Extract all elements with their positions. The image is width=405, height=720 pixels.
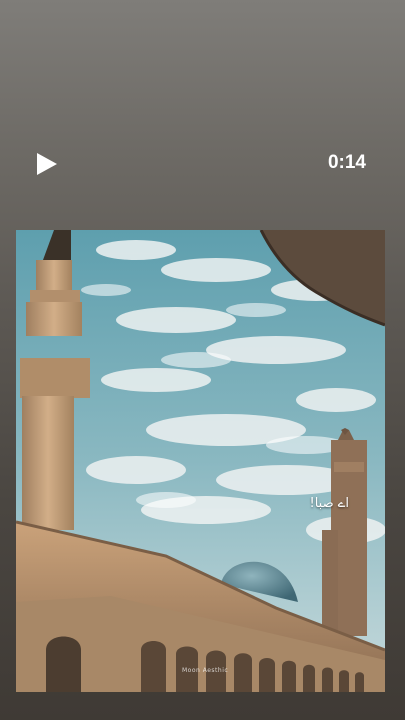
play-icon: [37, 153, 57, 175]
video-thumbnail: [16, 230, 385, 692]
video-player[interactable]: اے صبا! Moon Aesthic: [16, 230, 385, 692]
video-watermark: Moon Aesthic: [182, 667, 229, 674]
play-button[interactable]: [30, 148, 64, 180]
video-timestamp: 0:14: [327, 152, 366, 173]
video-caption: اے صبا!: [309, 496, 350, 511]
